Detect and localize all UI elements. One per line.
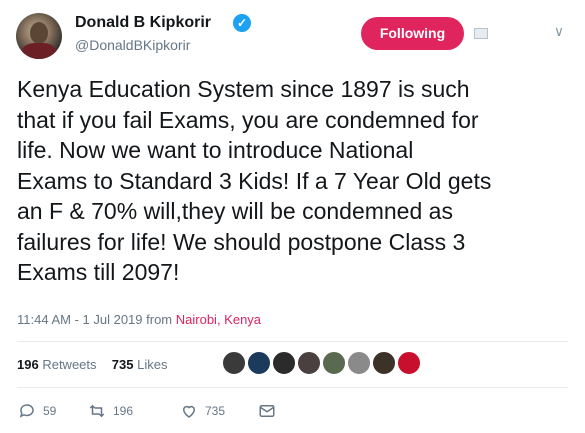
retweets-count: 196 xyxy=(17,357,39,372)
heart-icon xyxy=(179,401,199,421)
avatar-face xyxy=(30,22,48,44)
liker-avatar[interactable] xyxy=(397,351,421,375)
notification-icon[interactable] xyxy=(474,28,488,39)
retweet-icon xyxy=(87,401,107,421)
tweet-timestamp[interactable]: 11:44 AM - 1 Jul 2019 xyxy=(17,312,143,327)
reply-count: 59 xyxy=(43,404,57,418)
chevron-down-icon[interactable]: ∨ xyxy=(548,20,570,42)
liker-avatar[interactable] xyxy=(297,351,321,375)
tweet-text: Kenya Education System since 1897 is suc… xyxy=(17,76,492,285)
avatar-shirt xyxy=(22,43,56,59)
tweet-header: Donald B Kipkorir ✓ @DonaldBKipkorir Fol… xyxy=(0,0,585,66)
tweet-stats: 196 Retweets 735 Likes xyxy=(17,357,167,372)
direct-message-action[interactable] xyxy=(257,400,283,422)
retweets-label: Retweets xyxy=(42,357,97,372)
envelope-icon xyxy=(257,401,277,421)
following-button[interactable]: Following xyxy=(361,17,464,50)
likes-label: Likes xyxy=(137,357,168,372)
likes-count: 735 xyxy=(111,357,134,372)
liker-avatar[interactable] xyxy=(347,351,371,375)
from-label: from xyxy=(146,312,173,327)
retweets-stat[interactable]: 196 Retweets xyxy=(17,357,97,372)
tweet-meta: 11:44 AM - 1 Jul 2019 from Nairobi, Keny… xyxy=(17,312,261,327)
user-handle[interactable]: @DonaldBKipkorir xyxy=(75,37,190,53)
verified-badge-icon: ✓ xyxy=(233,14,251,32)
tweet-location-link[interactable]: Nairobi, Kenya xyxy=(176,312,261,327)
liker-avatar[interactable] xyxy=(222,351,246,375)
like-count: 735 xyxy=(205,404,226,418)
retweet-count: 196 xyxy=(113,404,134,418)
display-name[interactable]: Donald B Kipkorir xyxy=(75,14,211,32)
retweet-action[interactable]: 196 xyxy=(87,400,133,422)
tweet-actions: 59 196 735 xyxy=(17,400,317,422)
liker-avatar[interactable] xyxy=(272,351,296,375)
likes-stat[interactable]: 735 Likes xyxy=(112,357,168,372)
reply-icon xyxy=(17,401,37,421)
divider xyxy=(17,387,568,388)
reply-action[interactable]: 59 xyxy=(17,400,56,422)
divider xyxy=(17,341,568,342)
avatar[interactable] xyxy=(16,13,62,59)
liker-avatar[interactable] xyxy=(372,351,396,375)
liker-avatar[interactable] xyxy=(322,351,346,375)
like-action[interactable]: 735 xyxy=(179,400,225,422)
liker-avatar[interactable] xyxy=(247,351,271,375)
